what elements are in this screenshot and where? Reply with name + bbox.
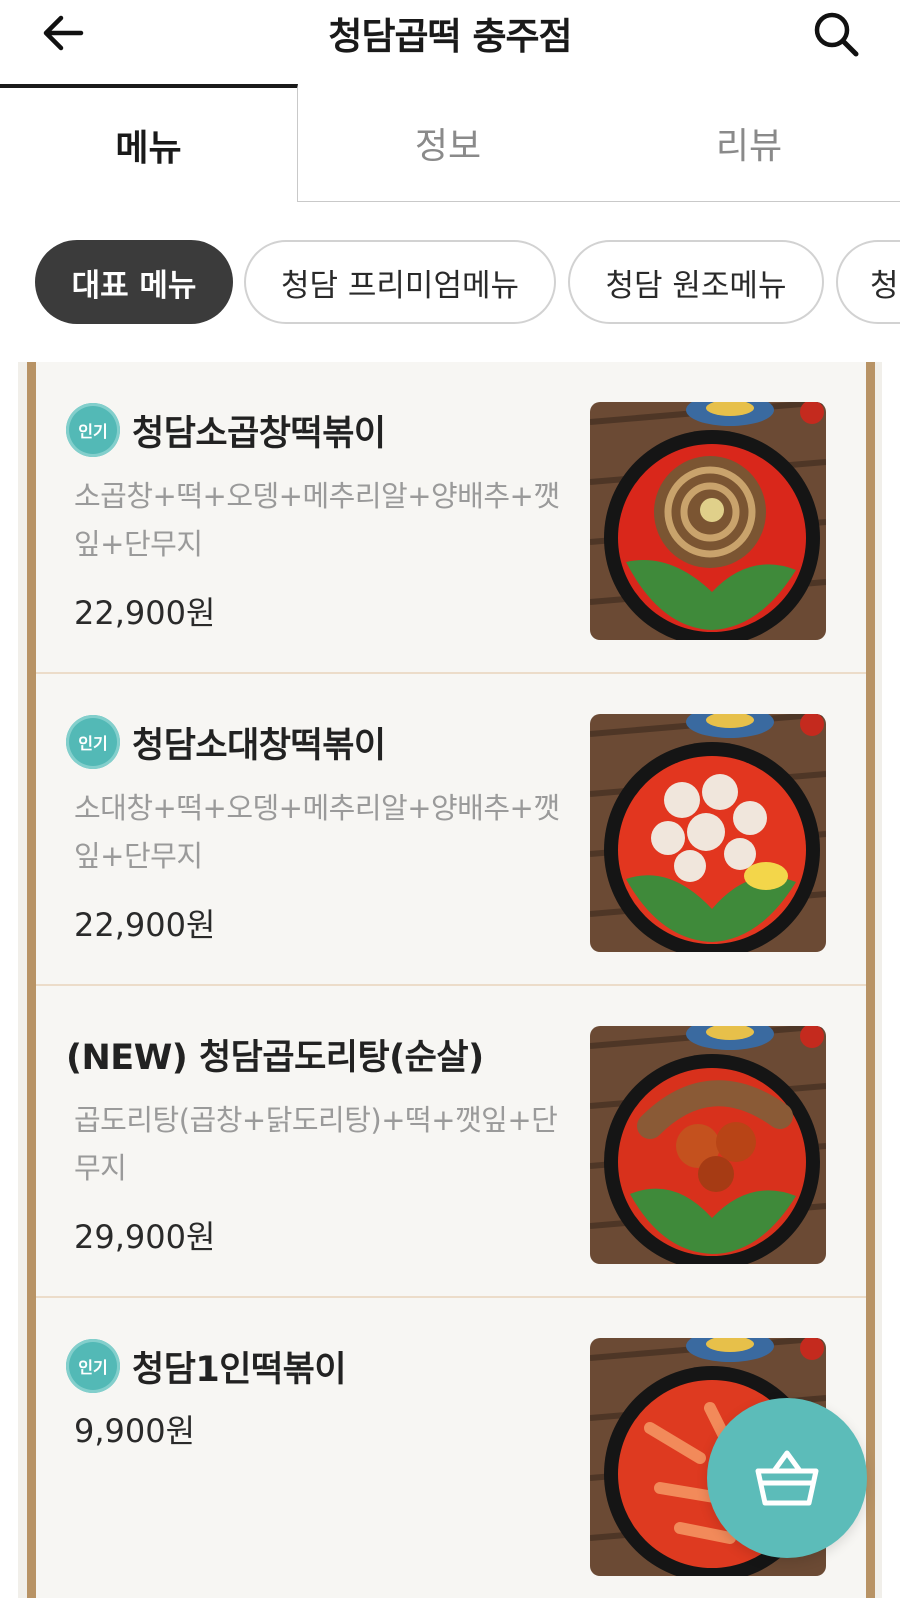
menu-item-description: 소곱창+떡+오뎅+메추리알+양배추+깻잎+단무지 — [74, 479, 560, 561]
cart-button[interactable] — [707, 1398, 867, 1558]
menu-item-name: 청담1인떡볶이 — [132, 1349, 347, 1390]
menu-item-name: 청담소대창떡볶이 — [132, 725, 386, 766]
search-button[interactable] — [808, 6, 864, 62]
menu-item-name: (NEW) 청담곱도리탕(순살) — [66, 1037, 484, 1078]
menu-item-photo — [590, 1026, 826, 1264]
category-chip-row: 대표 메뉴 청담 프리미엄메뉴 청담 원조메뉴 청 — [0, 240, 900, 326]
menu-item-price: 29,900원 — [74, 1218, 216, 1256]
menu-item[interactable]: 인기 청담소곱창떡볶이 소곱창+떡+오뎅+메추리알+양배추+깻잎+단무지 22,… — [36, 362, 866, 674]
category-chip-more[interactable]: 청 — [836, 240, 900, 324]
menu-item-header: 인기 청담소대창떡볶이 — [66, 714, 386, 770]
menu-item-price: 9,900원 — [74, 1412, 196, 1450]
menu-item-price: 22,900원 — [74, 906, 216, 944]
popular-badge: 인기 — [66, 1339, 120, 1393]
tab-review[interactable]: 리뷰 — [598, 84, 900, 202]
tab-menu[interactable]: 메뉴 — [0, 84, 298, 202]
category-chip-featured[interactable]: 대표 메뉴 — [35, 240, 233, 324]
menu-item-photo — [590, 402, 826, 640]
menu-item-photo — [590, 714, 826, 952]
popular-badge: 인기 — [66, 403, 120, 457]
menu-item-price: 22,900원 — [74, 594, 216, 632]
shopping-basket-icon — [755, 1450, 819, 1506]
store-title: 청담곱떡 충주점 — [328, 15, 572, 58]
menu-item[interactable]: 인기 청담소대창떡볶이 소대창+떡+오뎅+메추리알+양배추+깻잎+단무지 22,… — [36, 674, 866, 986]
category-chip-premium[interactable]: 청담 프리미엄메뉴 — [244, 240, 556, 324]
menu-item-header: (NEW) 청담곱도리탕(순살) — [66, 1026, 484, 1082]
popular-badge: 인기 — [66, 715, 120, 769]
menu-item-description: 곱도리탕(곱창+닭도리탕)+떡+깻잎+단무지 — [74, 1103, 558, 1185]
menu-item-header: 인기 청담소곱창떡볶이 — [66, 402, 386, 458]
tab-bar: 메뉴 정보 리뷰 — [0, 84, 900, 202]
top-bar: 청담곱떡 충주점 — [0, 0, 900, 84]
search-icon — [814, 12, 859, 57]
menu-item-description: 소대창+떡+오뎅+메추리알+양배추+깻잎+단무지 — [74, 791, 560, 873]
menu-item[interactable]: (NEW) 청담곱도리탕(순살) 곱도리탕(곱창+닭도리탕)+떡+깻잎+단무지 … — [36, 986, 866, 1298]
menu-item-header: 인기 청담1인떡볶이 — [66, 1338, 347, 1394]
category-chip-original[interactable]: 청담 원조메뉴 — [568, 240, 824, 324]
menu-item-name: 청담소곱창떡볶이 — [132, 413, 386, 454]
tab-info[interactable]: 정보 — [298, 84, 598, 202]
